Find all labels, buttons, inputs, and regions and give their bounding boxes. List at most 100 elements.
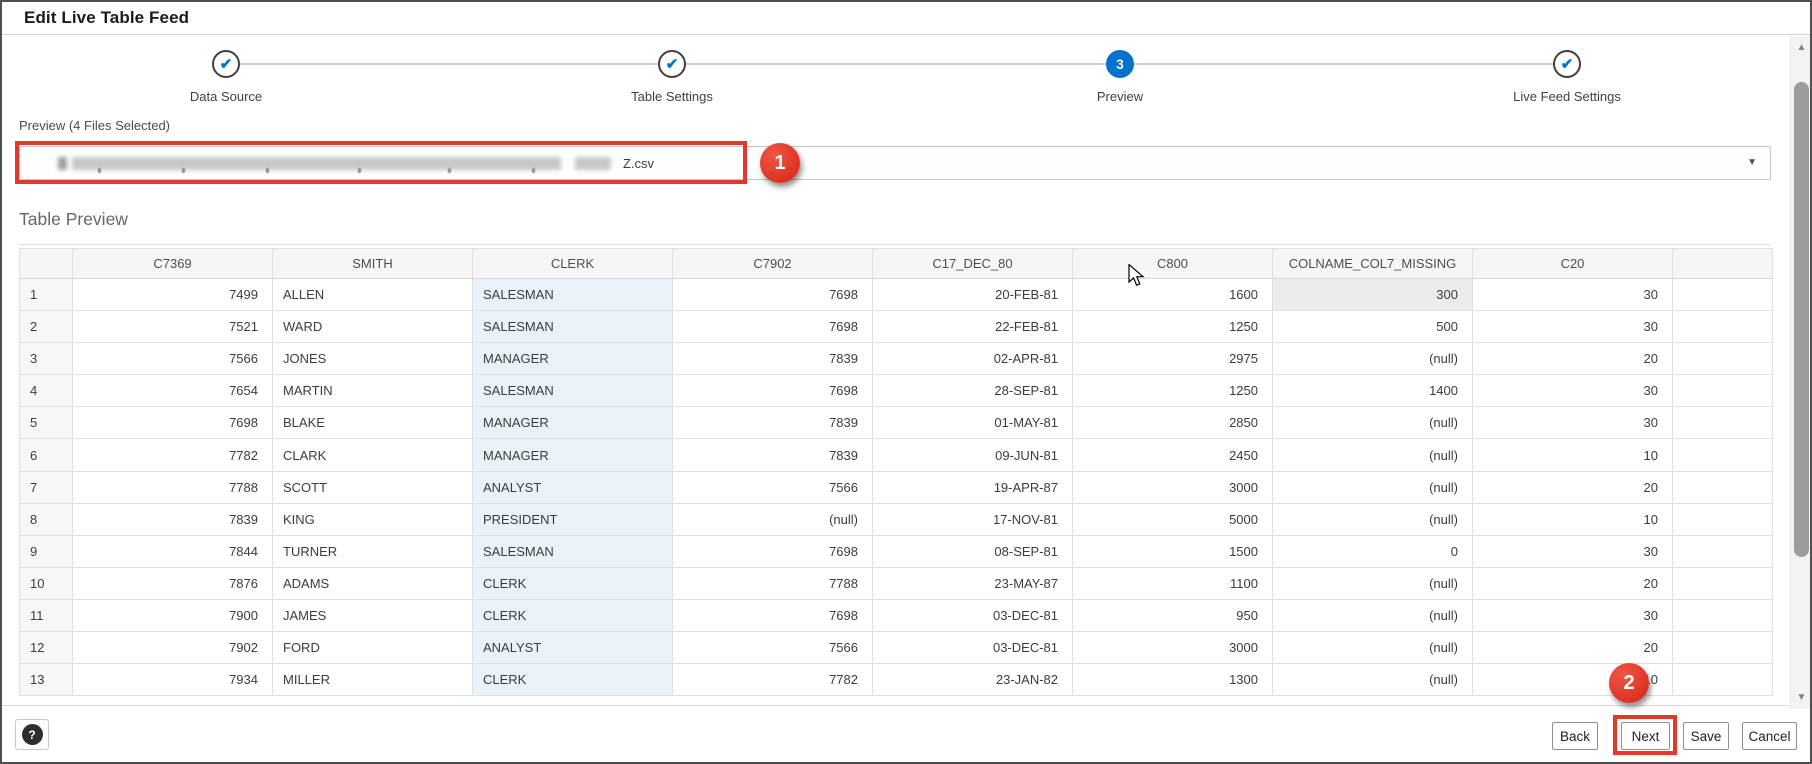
cell[interactable]: 10: [1472, 438, 1673, 472]
cell[interactable]: 22-FEB-81: [872, 310, 1073, 344]
cell[interactable]: 7698: [672, 277, 873, 312]
cell[interactable]: (null): [1272, 406, 1473, 440]
cell[interactable]: 2450: [1072, 438, 1273, 472]
cell[interactable]: 7782: [72, 438, 273, 472]
cell[interactable]: ALLEN: [272, 277, 473, 312]
cell[interactable]: 03-DEC-81: [872, 631, 1073, 665]
cell[interactable]: 7788: [72, 470, 273, 504]
cell[interactable]: 01-MAY-81: [872, 406, 1073, 440]
cell[interactable]: 30: [1472, 374, 1673, 408]
cell[interactable]: 7698: [672, 374, 873, 408]
cell[interactable]: SCOTT: [272, 470, 473, 504]
cell[interactable]: 7782: [672, 663, 873, 697]
cell[interactable]: SALESMAN: [472, 310, 673, 344]
cell[interactable]: 30: [1472, 277, 1673, 312]
cell[interactable]: 1600: [1072, 277, 1273, 312]
back-button[interactable]: Back: [1552, 722, 1598, 750]
cell[interactable]: 7839: [672, 406, 873, 440]
cell[interactable]: MANAGER: [472, 438, 673, 472]
cell[interactable]: 20-FEB-81: [872, 277, 1073, 312]
cell[interactable]: 1250: [1072, 310, 1273, 344]
cell[interactable]: 1500: [1072, 534, 1273, 568]
cell[interactable]: 17-NOV-81: [872, 502, 1073, 536]
cell[interactable]: 7654: [72, 374, 273, 408]
cell[interactable]: 7788: [672, 566, 873, 600]
cell[interactable]: 7902: [72, 631, 273, 665]
cell[interactable]: 23-JAN-82: [872, 663, 1073, 697]
cell[interactable]: 08-SEP-81: [872, 534, 1073, 568]
cell[interactable]: 20: [1472, 342, 1673, 376]
cell[interactable]: SALESMAN: [472, 534, 673, 568]
cell[interactable]: 30: [1472, 406, 1673, 440]
cell[interactable]: SALESMAN: [472, 374, 673, 408]
cell[interactable]: (null): [1272, 566, 1473, 600]
scroll-up-icon[interactable]: ▲: [1791, 42, 1810, 53]
cell[interactable]: MANAGER: [472, 406, 673, 440]
cell[interactable]: BLAKE: [272, 406, 473, 440]
cell[interactable]: 20: [1472, 631, 1673, 665]
cell[interactable]: 7566: [672, 631, 873, 665]
cell[interactable]: 7839: [72, 502, 273, 536]
cell[interactable]: 7566: [72, 342, 273, 376]
cell[interactable]: 20: [1472, 566, 1673, 600]
cell[interactable]: MILLER: [272, 663, 473, 697]
cell[interactable]: 7839: [672, 342, 873, 376]
cell[interactable]: 5000: [1072, 502, 1273, 536]
cell[interactable]: CLARK: [272, 438, 473, 472]
cell[interactable]: (null): [1272, 598, 1473, 633]
cell[interactable]: 30: [1472, 534, 1673, 568]
cell[interactable]: 1400: [1272, 374, 1473, 408]
cell[interactable]: 0: [1272, 534, 1473, 568]
scroll-down-icon[interactable]: ▼: [1791, 692, 1810, 703]
cell[interactable]: 28-SEP-81: [872, 374, 1073, 408]
help-button[interactable]: ?: [15, 719, 49, 750]
cell[interactable]: (null): [1272, 631, 1473, 665]
cell[interactable]: 1300: [1072, 663, 1273, 697]
cell[interactable]: TURNER: [272, 534, 473, 568]
cell[interactable]: 2850: [1072, 406, 1273, 440]
cell[interactable]: CLERK: [472, 566, 673, 600]
vertical-scrollbar[interactable]: ▲ ▼: [1790, 36, 1810, 709]
cell[interactable]: (null): [1272, 663, 1473, 697]
cell[interactable]: CLERK: [472, 663, 673, 697]
cell[interactable]: 7839: [672, 438, 873, 472]
cell[interactable]: (null): [1272, 502, 1473, 536]
cell[interactable]: 7844: [72, 534, 273, 568]
cell[interactable]: 7698: [672, 534, 873, 568]
cell[interactable]: JONES: [272, 342, 473, 376]
cell[interactable]: 7698: [672, 310, 873, 344]
cell[interactable]: 7499: [72, 277, 273, 312]
cell[interactable]: 7521: [72, 310, 273, 344]
cell[interactable]: (null): [672, 502, 873, 536]
cell[interactable]: 7900: [72, 598, 273, 633]
cell[interactable]: (null): [1272, 342, 1473, 376]
cell[interactable]: JAMES: [272, 598, 473, 633]
cell[interactable]: CLERK: [472, 598, 673, 633]
save-button[interactable]: Save: [1683, 722, 1729, 750]
cell[interactable]: 03-DEC-81: [872, 598, 1073, 633]
cell[interactable]: MARTIN: [272, 374, 473, 408]
cell[interactable]: 2975: [1072, 342, 1273, 376]
cell[interactable]: (null): [1272, 470, 1473, 504]
cell[interactable]: 1250: [1072, 374, 1273, 408]
cell[interactable]: 23-MAY-87: [872, 566, 1073, 600]
scrollbar-thumb[interactable]: [1794, 82, 1809, 557]
cell[interactable]: 02-APR-81: [872, 342, 1073, 376]
cell[interactable]: 3000: [1072, 631, 1273, 665]
cell[interactable]: ANALYST: [472, 631, 673, 665]
cell[interactable]: 10: [1472, 502, 1673, 536]
cell[interactable]: 1100: [1072, 566, 1273, 600]
cell[interactable]: 30: [1472, 310, 1673, 344]
cell[interactable]: 09-JUN-81: [872, 438, 1073, 472]
cell[interactable]: PRESIDENT: [472, 502, 673, 536]
cell[interactable]: KING: [272, 502, 473, 536]
cell[interactable]: 3000: [1072, 470, 1273, 504]
cell[interactable]: 300: [1272, 277, 1473, 312]
cell[interactable]: 19-APR-87: [872, 470, 1073, 504]
cell[interactable]: 7876: [72, 566, 273, 600]
cell[interactable]: 7698: [72, 406, 273, 440]
cancel-button[interactable]: Cancel: [1742, 722, 1797, 750]
cell[interactable]: 500: [1272, 310, 1473, 344]
cell[interactable]: ADAMS: [272, 566, 473, 600]
cell[interactable]: MANAGER: [472, 342, 673, 376]
